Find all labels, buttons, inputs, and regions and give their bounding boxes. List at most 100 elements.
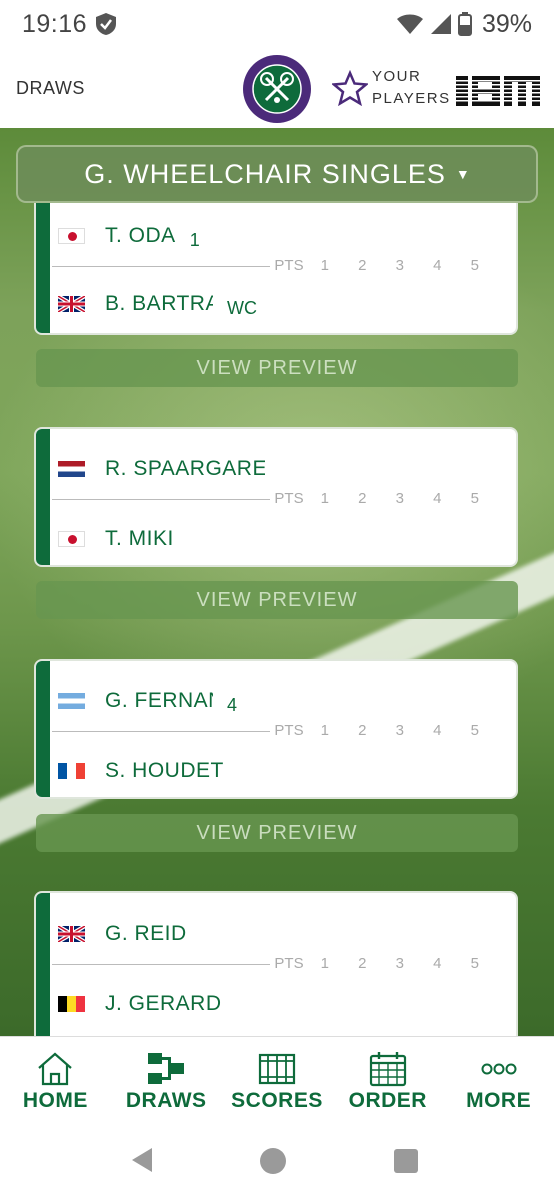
home-circle-icon[interactable] [260, 1148, 286, 1174]
player-row: G. FERNANDEZ 4 [58, 686, 237, 716]
caret-down-icon: ▼ [455, 166, 470, 182]
event-dropdown[interactable]: G. WHEELCHAIR SINGLES ▼ [16, 145, 538, 203]
view-preview-button[interactable]: VIEW PREVIEW [36, 814, 518, 852]
app-header: DRAWS YOUR PLAYERS [0, 48, 554, 128]
pts-label: PTS [274, 490, 304, 507]
card-accent-bar [36, 893, 50, 1036]
page-title: DRAWS [16, 78, 85, 98]
player-seed: WC [227, 297, 257, 318]
view-preview-button[interactable]: VIEW PREVIEW [36, 349, 518, 387]
divider [52, 964, 270, 965]
score-header: PTS 1 2 3 4 5 [272, 955, 494, 972]
set-label: 2 [358, 955, 367, 972]
set-label: 5 [470, 257, 479, 274]
japan-flag-icon [58, 531, 85, 547]
set-label: 1 [320, 955, 329, 972]
netherlands-flag-icon [58, 461, 85, 477]
score-header: PTS 1 2 3 4 5 [272, 490, 494, 507]
set-label: 1 [320, 490, 329, 507]
card-accent-bar [36, 203, 50, 333]
signal-icon [430, 14, 451, 34]
system-nav-bar [0, 1120, 554, 1200]
nav-more-label: MORE [466, 1089, 532, 1112]
france-flag-icon [58, 763, 85, 779]
uk-flag-icon [58, 296, 85, 312]
status-bar: 19:16 39% [0, 0, 554, 48]
set-label: 5 [470, 490, 479, 507]
battery-percent: 39% [481, 9, 532, 38]
set-label: 3 [395, 257, 404, 274]
uk-flag-icon [58, 926, 85, 942]
nav-home[interactable]: HOME [0, 1037, 111, 1120]
nav-scores-label: SCORES [231, 1089, 323, 1112]
battery-icon [457, 12, 472, 36]
set-label: 5 [470, 955, 479, 972]
card-accent-bar [36, 429, 50, 565]
recents-icon[interactable] [394, 1149, 418, 1173]
player-name: B. BARTRAM [105, 292, 213, 315]
score-header: PTS 1 2 3 4 5 [272, 722, 494, 739]
calendar-icon [369, 1052, 406, 1087]
home-icon [38, 1052, 73, 1086]
player-seed: 4 [227, 694, 238, 715]
match-card[interactable]: G. REID PTS 1 2 3 4 5 J. GERARD [34, 891, 518, 1036]
player-name: T. ODA [105, 224, 176, 247]
view-preview-button[interactable]: VIEW PREVIEW [36, 581, 518, 619]
divider [52, 731, 270, 732]
more-icon [481, 1063, 517, 1075]
divider [52, 266, 270, 267]
nav-more[interactable]: MORE [443, 1037, 554, 1120]
your-players-line2: PLAYERS [372, 90, 451, 107]
belgium-flag-icon [58, 996, 85, 1012]
player-row: T. MIKI [58, 524, 174, 554]
player-row: R. SPAARGAREN [58, 454, 265, 484]
nav-order[interactable]: ORDER [332, 1037, 443, 1120]
ibm-logo-icon [456, 76, 542, 106]
set-label: 1 [320, 722, 329, 739]
player-row: J. GERARD [58, 989, 222, 1019]
set-label: 4 [433, 257, 442, 274]
set-label: 3 [395, 722, 404, 739]
nav-draws[interactable]: DRAWS [111, 1037, 222, 1120]
pts-label: PTS [274, 722, 304, 739]
pts-label: PTS [274, 257, 304, 274]
wifi-icon [396, 14, 423, 34]
set-label: 3 [395, 490, 404, 507]
player-name: R. SPAARGAREN [105, 457, 265, 480]
player-seed: 1 [189, 229, 200, 250]
set-label: 5 [470, 722, 479, 739]
player-row: G. REID [58, 919, 187, 949]
divider [52, 499, 270, 500]
star-icon [332, 70, 368, 106]
pts-label: PTS [274, 955, 304, 972]
card-accent-bar [36, 661, 50, 797]
scores-icon [258, 1053, 296, 1085]
player-row: S. HOUDET [58, 756, 224, 786]
set-label: 2 [358, 490, 367, 507]
player-name: S. HOUDET [105, 759, 224, 782]
set-label: 1 [320, 257, 329, 274]
shield-icon [96, 13, 117, 35]
japan-flag-icon [58, 228, 85, 244]
player-row: T. ODA 1 [58, 221, 200, 251]
your-players-line1: YOUR [372, 68, 422, 85]
status-time: 19:16 [22, 9, 88, 38]
set-label: 2 [358, 257, 367, 274]
bottom-nav: HOME DRAWS SCORES ORDER MORE [0, 1036, 554, 1120]
set-label: 4 [433, 955, 442, 972]
set-label: 2 [358, 722, 367, 739]
back-icon[interactable] [130, 1146, 154, 1174]
set-label: 4 [433, 490, 442, 507]
player-row: B. BARTRAM WC [58, 289, 257, 319]
nav-order-label: ORDER [348, 1089, 427, 1112]
match-card[interactable]: R. SPAARGAREN PTS 1 2 3 4 5 T. MIKI [34, 427, 518, 567]
your-players-button[interactable]: YOUR PLAYERS [332, 66, 451, 110]
event-dropdown-label: G. WHEELCHAIR SINGLES [84, 158, 446, 189]
wimbledon-logo-icon[interactable] [242, 54, 312, 124]
match-card[interactable]: G. FERNANDEZ 4 PTS 1 2 3 4 5 S. HOUDET [34, 659, 518, 799]
match-card[interactable]: T. ODA 1 PTS 1 2 3 4 5 B. BARTRAM WC [34, 203, 518, 335]
player-name: G. FERNANDEZ [105, 689, 213, 712]
player-name: J. GERARD [105, 992, 222, 1015]
draws-icon [148, 1053, 185, 1084]
nav-scores[interactable]: SCORES [222, 1037, 333, 1120]
